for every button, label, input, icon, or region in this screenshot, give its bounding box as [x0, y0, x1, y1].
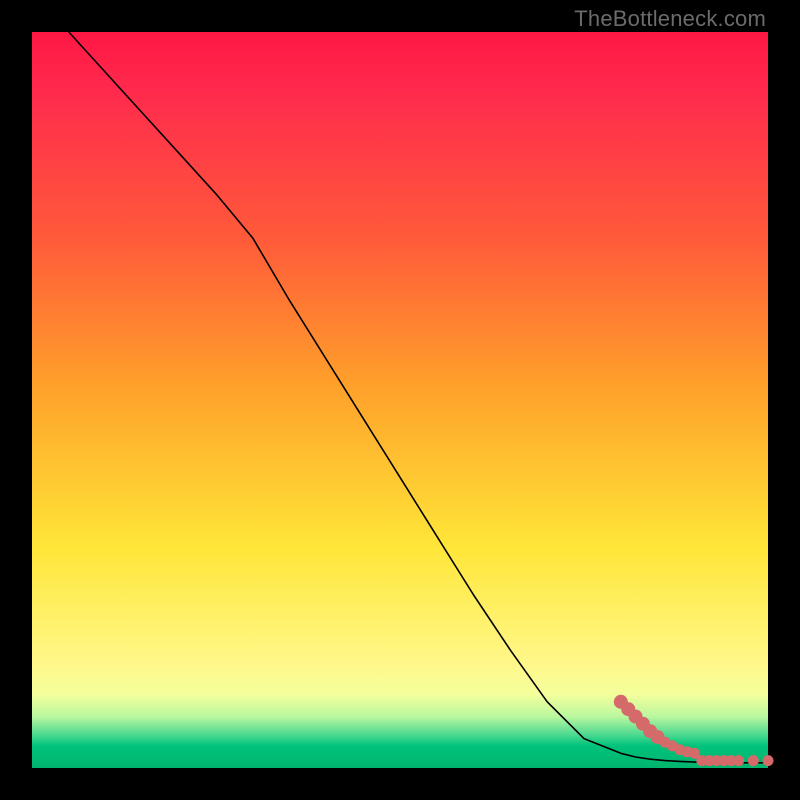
- marker-point: [763, 755, 774, 766]
- plot-svg: [32, 32, 768, 768]
- plot-area: [32, 32, 768, 768]
- marker-point: [748, 755, 759, 766]
- watermark-text: TheBottleneck.com: [574, 6, 766, 32]
- bottleneck-curve: [69, 32, 768, 763]
- highlighted-markers: [614, 695, 774, 766]
- marker-point: [733, 755, 744, 766]
